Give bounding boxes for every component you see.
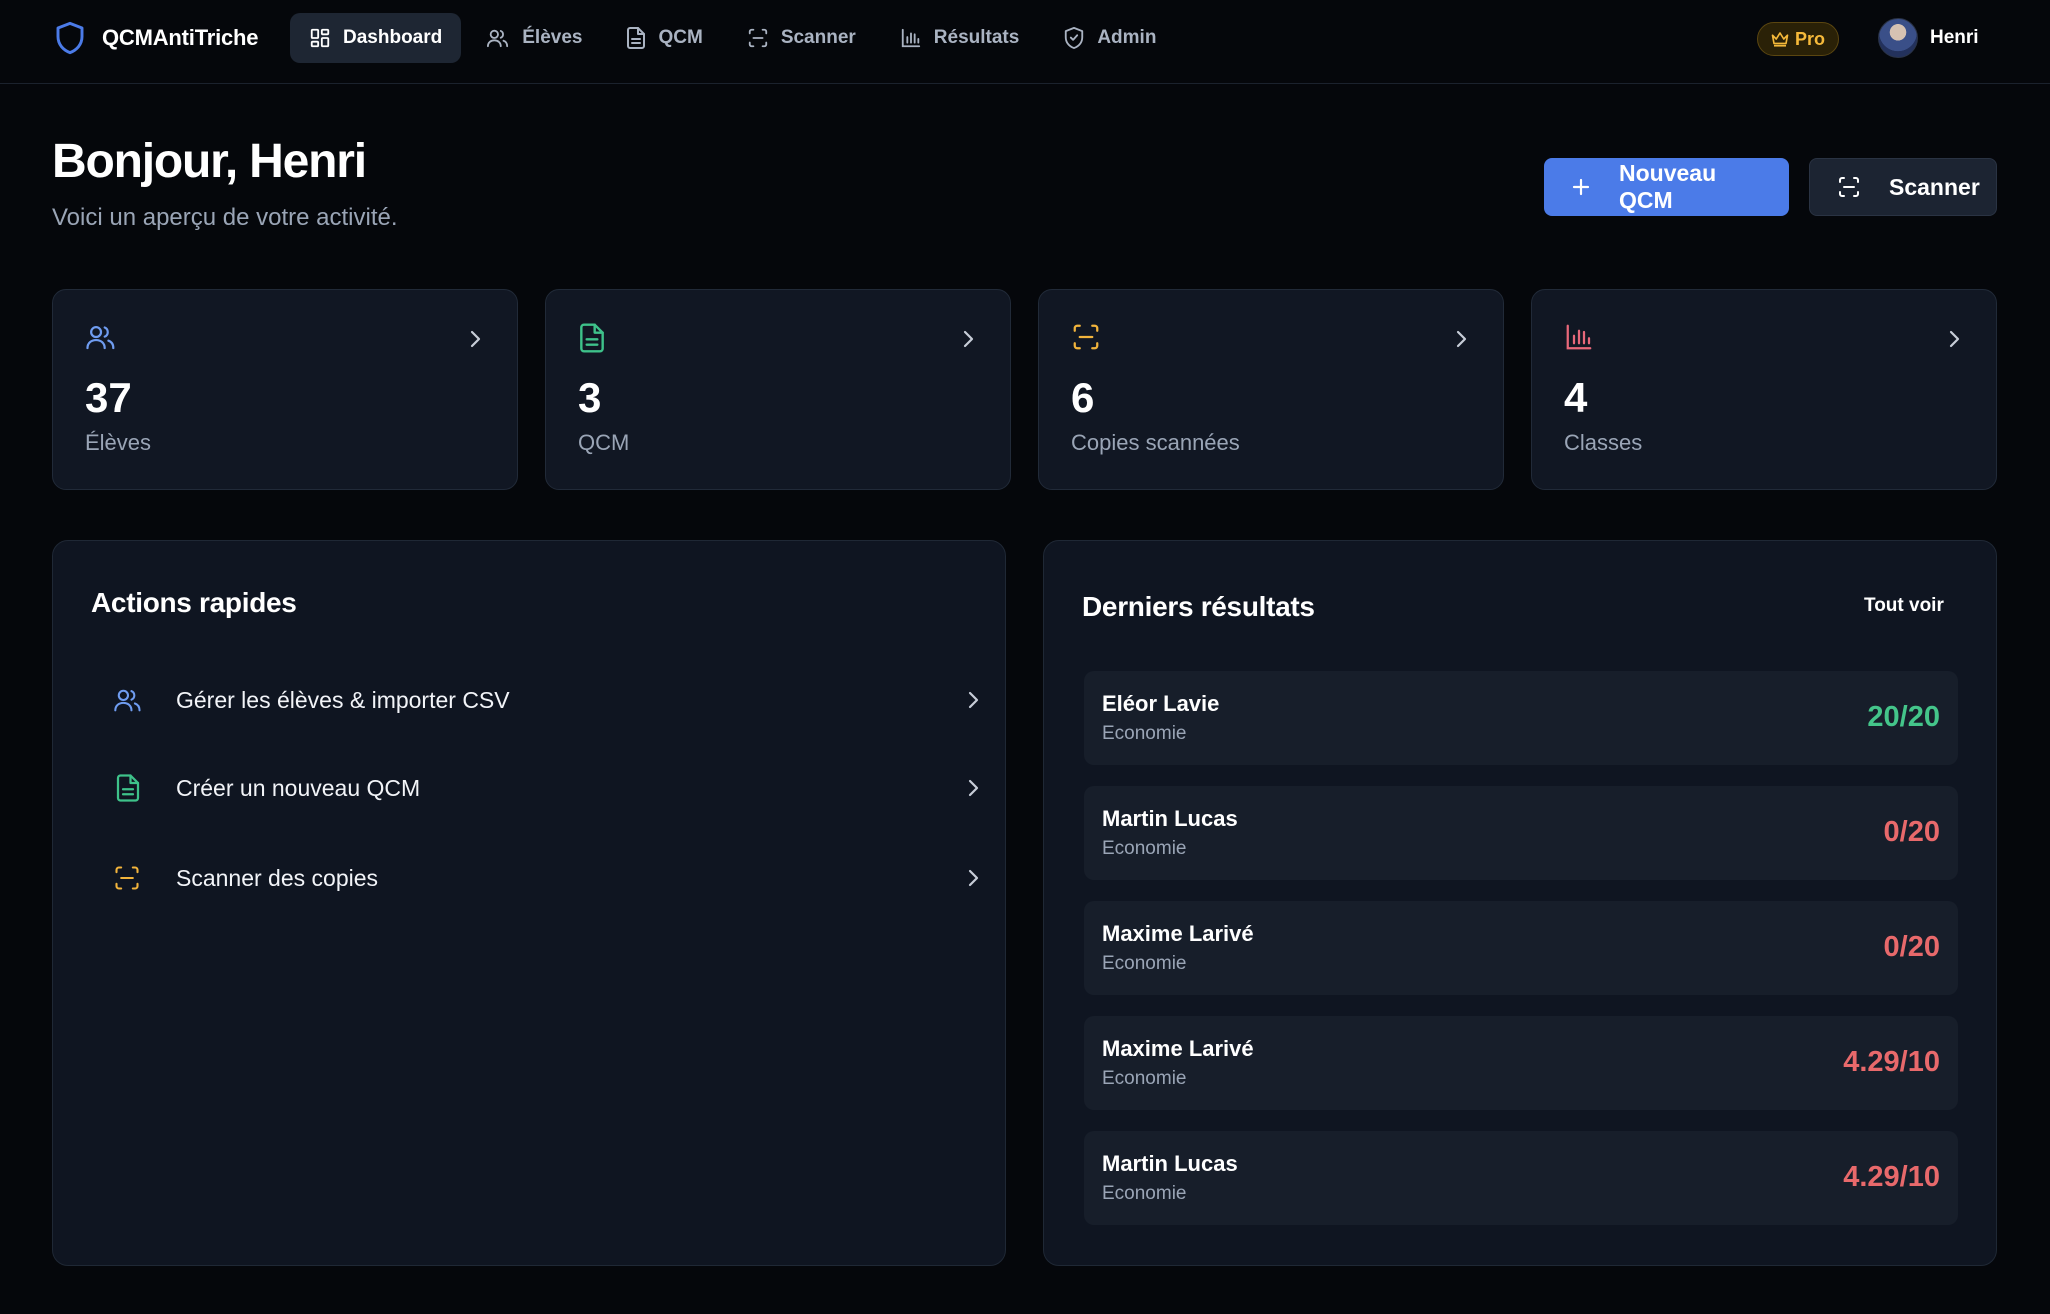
nav-item-admin[interactable]: Admin xyxy=(1044,13,1175,63)
page-title: Bonjour, Henri xyxy=(52,135,367,188)
bar-chart-icon xyxy=(900,27,922,49)
new-qcm-button[interactable]: Nouveau QCM xyxy=(1544,158,1789,216)
main-nav: Dashboard Élèves QCM Scanner Résultats A… xyxy=(290,13,1175,63)
nav-label: Admin xyxy=(1097,27,1157,48)
result-student-name: Eléor Lavie xyxy=(1102,691,1220,716)
new-qcm-button-label: Nouveau QCM xyxy=(1619,160,1717,213)
user-menu[interactable]: Henri xyxy=(1878,18,1979,58)
chevron-right-icon xyxy=(962,330,974,348)
shield-check-icon xyxy=(1063,26,1085,50)
stat-label: Copies scannées xyxy=(1071,430,1240,455)
nav-item-dashboard[interactable]: Dashboard xyxy=(290,13,462,63)
stat-value: 3 xyxy=(578,374,602,421)
result-score: 0/20 xyxy=(1883,931,1940,963)
result-subject: Economie xyxy=(1102,953,1187,974)
result-row[interactable]: Martin Lucas Economie 4.29/10 xyxy=(1084,1131,1958,1225)
stat-card-copies[interactable]: 6 Copies scannées xyxy=(1038,289,1504,490)
users-icon xyxy=(486,27,510,49)
result-subject: Economie xyxy=(1102,838,1187,859)
stat-label: Élèves xyxy=(85,430,152,455)
latest-results-panel: Derniers résultats Tout voir Eléor Lavie… xyxy=(1043,540,1997,1266)
result-row[interactable]: Maxime Larivé Economie 4.29/10 xyxy=(1084,1016,1958,1110)
dashboard-grid-icon xyxy=(309,27,331,49)
scanner-button-label: Scanner xyxy=(1889,173,1980,200)
latest-results-title: Derniers résultats xyxy=(1082,591,1315,622)
crown-icon xyxy=(1771,31,1789,47)
result-subject: Economie xyxy=(1102,723,1187,744)
page-subtitle: Voici un aperçu de votre activité. xyxy=(52,204,398,231)
bar-chart-icon xyxy=(1564,322,1594,352)
result-score: 20/20 xyxy=(1867,701,1940,733)
nav-item-resultats[interactable]: Résultats xyxy=(881,13,1039,63)
chevron-right-icon xyxy=(967,779,979,797)
brand[interactable]: QCMAntiTriche xyxy=(54,20,259,56)
scan-icon xyxy=(747,27,769,49)
stat-value: 37 xyxy=(85,374,132,421)
result-row[interactable]: Maxime Larivé Economie 0/20 xyxy=(1084,901,1958,995)
stat-label: Classes xyxy=(1564,430,1643,455)
action-manage-students[interactable]: Gérer les élèves & importer CSV xyxy=(91,665,1001,735)
scan-icon xyxy=(1071,322,1101,352)
stat-card-qcm[interactable]: 3 QCM xyxy=(545,289,1011,490)
result-student-name: Maxime Larivé xyxy=(1102,1036,1254,1061)
avatar xyxy=(1878,18,1918,58)
scanner-button[interactable]: Scanner xyxy=(1809,158,1997,216)
nav-item-eleves[interactable]: Élèves xyxy=(467,13,601,63)
result-score: 4.29/10 xyxy=(1843,1161,1940,1193)
chevron-right-icon xyxy=(967,691,979,709)
nav-label: Résultats xyxy=(933,27,1020,48)
brand-name: QCMAntiTriche xyxy=(102,25,259,50)
document-icon xyxy=(115,773,141,803)
pro-badge-label: Pro xyxy=(1795,28,1826,49)
chevron-right-icon xyxy=(469,330,481,348)
result-score: 0/20 xyxy=(1883,816,1940,848)
result-subject: Economie xyxy=(1102,1183,1187,1204)
action-label: Créer un nouveau QCM xyxy=(176,774,421,801)
stat-card-classes[interactable]: 4 Classes xyxy=(1531,289,1997,490)
result-row[interactable]: Eléor Lavie Economie 20/20 xyxy=(1084,671,1958,765)
user-name: Henri xyxy=(1930,27,1979,48)
action-label: Scanner des copies xyxy=(176,864,379,891)
pro-badge[interactable]: Pro xyxy=(1757,22,1840,56)
users-icon xyxy=(85,322,117,352)
nav-label: Dashboard xyxy=(343,27,443,48)
result-student-name: Maxime Larivé xyxy=(1102,921,1254,946)
result-row[interactable]: Martin Lucas Economie 0/20 xyxy=(1084,786,1958,880)
chevron-right-icon xyxy=(1455,330,1467,348)
scan-icon xyxy=(1837,175,1861,199)
result-score: 4.29/10 xyxy=(1843,1046,1940,1078)
users-icon xyxy=(113,686,143,714)
nav-label: Scanner xyxy=(780,27,856,48)
stat-card-eleves[interactable]: 37 Élèves xyxy=(52,289,518,490)
shield-icon xyxy=(54,20,86,56)
document-icon xyxy=(578,322,606,354)
action-label: Gérer les élèves & importer CSV xyxy=(176,686,510,713)
plus-icon xyxy=(1571,177,1591,197)
result-subject: Economie xyxy=(1102,1068,1187,1089)
chevron-right-icon xyxy=(967,869,979,887)
action-create-qcm[interactable]: Créer un nouveau QCM xyxy=(91,753,1001,823)
nav-item-qcm[interactable]: QCM xyxy=(607,13,721,63)
stat-value: 6 xyxy=(1071,374,1095,421)
nav-item-scanner[interactable]: Scanner xyxy=(728,13,875,63)
document-icon xyxy=(626,26,646,50)
result-student-name: Martin Lucas xyxy=(1102,1151,1238,1176)
result-student-name: Martin Lucas xyxy=(1102,806,1238,831)
nav-label: QCM xyxy=(658,27,703,48)
chevron-right-icon xyxy=(1948,330,1960,348)
stat-label: QCM xyxy=(578,430,630,455)
quick-actions-title: Actions rapides xyxy=(91,587,297,618)
top-navigation: QCMAntiTriche Dashboard Élèves QCM Scann… xyxy=(0,0,2050,84)
action-scan-copies[interactable]: Scanner des copies xyxy=(91,843,1001,913)
scan-icon xyxy=(113,864,141,892)
quick-actions-panel: Actions rapides Gérer les élèves & impor… xyxy=(52,540,1006,1266)
nav-label: Élèves xyxy=(522,27,583,48)
stat-value: 4 xyxy=(1564,374,1588,421)
see-all-link[interactable]: Tout voir xyxy=(1864,595,1944,617)
